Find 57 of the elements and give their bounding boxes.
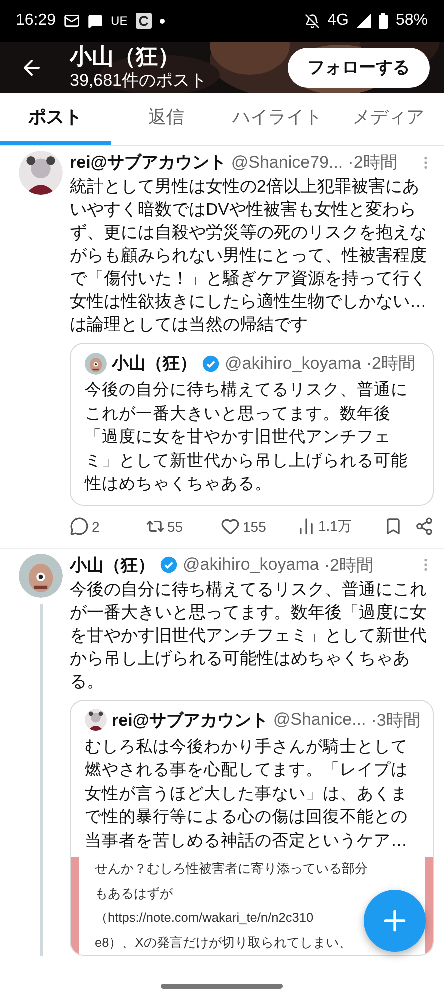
post-time: ·2時間 (366, 353, 416, 375)
network-label: 4G (328, 12, 349, 30)
quoted-post[interactable]: 小山（狂） @akihiro_koyama ·2時間 今後の自分に待ち構えてるリスク、普通にこれが一番大きいと思ってます。数年後「過度に女を甘やかす旧世代アンチフェミ」として新世代から吊し上げられる可能性はめちゃくちゃある。 (70, 343, 434, 506)
author-handle: @Shanice79... (231, 152, 344, 172)
battery-level: 58% (396, 12, 428, 30)
compose-button[interactable] (364, 890, 426, 952)
chat-icon (88, 14, 104, 28)
tab[interactable]: 返信 (111, 93, 222, 145)
avatar[interactable] (85, 352, 107, 374)
mail-icon (64, 13, 80, 29)
quoted-text: 今後の自分に待ち構えてるリスク、普通にこれが一番大きいと思ってます。数年後「過度に女を甘やかす旧世代アンチフェミ」として新世代から吊し上げられる可能性はめちゃくちゃある。 (85, 380, 409, 495)
follow-button[interactable]: フォローする (288, 48, 430, 88)
author-name: rei@サブアカウント (70, 152, 226, 174)
reply-icon (70, 517, 89, 536)
author-name: 小山（狂） (70, 554, 155, 576)
document-line: e8）、Xの発言だけが切り取られてしまい、 (95, 934, 352, 952)
author-handle: @akihiro_koyama (183, 555, 320, 575)
share-icon (415, 517, 434, 536)
document-line: もあるはずが (95, 884, 173, 903)
views-button[interactable]: 1.1万 (296, 517, 372, 536)
home-indicator[interactable] (161, 984, 283, 988)
verified-badge-icon (202, 354, 220, 372)
tab[interactable]: メディア (333, 93, 444, 145)
post-time: ·3時間 (371, 710, 420, 732)
bookmark-icon (384, 517, 403, 536)
quoted-text: むしろ私は今後わかり手さんが騎士として燃やされる事を心配してます。「レイプは女性が言うほど大した事ない」は、あくまで性的暴行等による心の傷は回復不能との当事者を苦しめる神話の否定というケア… (85, 736, 409, 852)
tab[interactable]: ポスト (0, 93, 111, 145)
verified-badge-icon (160, 556, 178, 574)
clock-time: 16:29 (16, 12, 56, 30)
battery-icon (378, 13, 388, 29)
document-line: （https://note.com/wakari_te/n/n2c310 (95, 909, 314, 927)
author-handle: @Shanice... (273, 710, 366, 730)
bookmark-button[interactable] (384, 517, 403, 536)
avatar[interactable] (19, 151, 63, 195)
repost-button[interactable]: 55 (146, 517, 221, 536)
share-button[interactable] (415, 517, 434, 536)
app-label: UE (111, 14, 128, 28)
post-count: 39,681件のポスト (70, 70, 208, 92)
post-text: 統計として男性は女性の2倍以上犯罪被害にあいやすく暗数ではDVや性被害も女性と変わらず、更には自殺や労災等の死のリスクを抱えながらも顧みられない男性にとって、性被害程度で「傷付いた！」と騒ぎケア資源を持って行く女性は性欲抜きにしたら適性生物でしかない…は論理としては当然の帰結です (70, 176, 428, 336)
signal-icon (356, 14, 371, 28)
tab[interactable]: ハイライト (222, 93, 333, 145)
post-time: ·2時間 (348, 152, 398, 174)
like-button[interactable]: 155 (221, 517, 296, 536)
post-text: 今後の自分に待ち構えてるリスク、普通にこれが一番大きいと思ってます。数年後「過度に女を甘やかす旧世代アンチフェミ」として新世代から吊し上げられる可能性はめちゃくちゃある。 (70, 578, 428, 692)
author-name: 小山（狂） (112, 353, 197, 375)
reply-button[interactable]: 2 (70, 517, 146, 536)
mute-icon (304, 14, 320, 28)
avatar[interactable] (85, 709, 107, 731)
heart-icon (221, 517, 240, 536)
author-handle: @akihiro_koyama (225, 354, 362, 374)
document-line: せんか？むしろ性被害者に寄り添っている部分 (95, 860, 368, 878)
dot-icon (160, 18, 165, 24)
author-name: rei@サブアカウント (112, 710, 268, 732)
post-time: ·2時間 (324, 554, 374, 576)
app-label: C (136, 13, 152, 29)
avatar[interactable] (19, 554, 63, 598)
profile-name: 小山（狂） (70, 44, 181, 70)
